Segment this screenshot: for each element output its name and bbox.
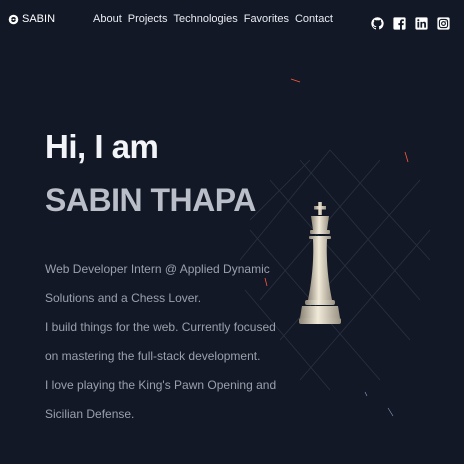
hero-greeting: Hi, I am [45, 128, 159, 165]
linkedin-link[interactable] [415, 17, 428, 30]
github-icon [371, 17, 384, 30]
bio-line: Solutions and a Chess Lover. [45, 291, 202, 305]
spark [387, 407, 394, 417]
nav-favorites[interactable]: Favorites [244, 13, 289, 25]
social-links [371, 17, 450, 30]
spark [290, 78, 301, 83]
spark [264, 277, 268, 287]
bio-line: on mastering the full-stack development. [45, 349, 261, 363]
hero-name: SABIN THAPA [45, 182, 256, 218]
bio-line: I build things for the web. Currently fo… [45, 320, 276, 334]
nav-projects[interactable]: Projects [128, 13, 168, 25]
portfolio-page: SABIN About Projects Technologies Favori… [0, 0, 464, 464]
facebook-link[interactable] [393, 17, 406, 30]
spark [404, 151, 409, 163]
logo-link[interactable]: SABIN [8, 13, 55, 25]
bio-line: Web Developer Intern @ Applied Dynamic [45, 262, 270, 276]
github-link[interactable] [371, 17, 384, 30]
main-nav: About Projects Technologies Favorites Co… [93, 13, 333, 25]
facebook-icon [393, 17, 406, 30]
bio-line: Sicilian Defense. [45, 407, 135, 421]
spark [364, 391, 368, 397]
logo-text: SABIN [22, 13, 56, 25]
logo-icon [8, 14, 19, 24]
hero-bio: Web Developer Intern @ Applied Dynamic S… [45, 255, 277, 429]
instagram-icon [437, 17, 450, 30]
instagram-link[interactable] [437, 17, 450, 30]
king-chess-piece [299, 202, 341, 324]
site-header: SABIN About Projects Technologies Favori… [0, 0, 464, 44]
nav-about[interactable]: About [93, 13, 122, 25]
linkedin-icon [415, 17, 428, 30]
nav-technologies[interactable]: Technologies [174, 13, 238, 25]
nav-contact[interactable]: Contact [295, 13, 333, 25]
bio-line: I love playing the King's Pawn Opening a… [45, 378, 277, 392]
